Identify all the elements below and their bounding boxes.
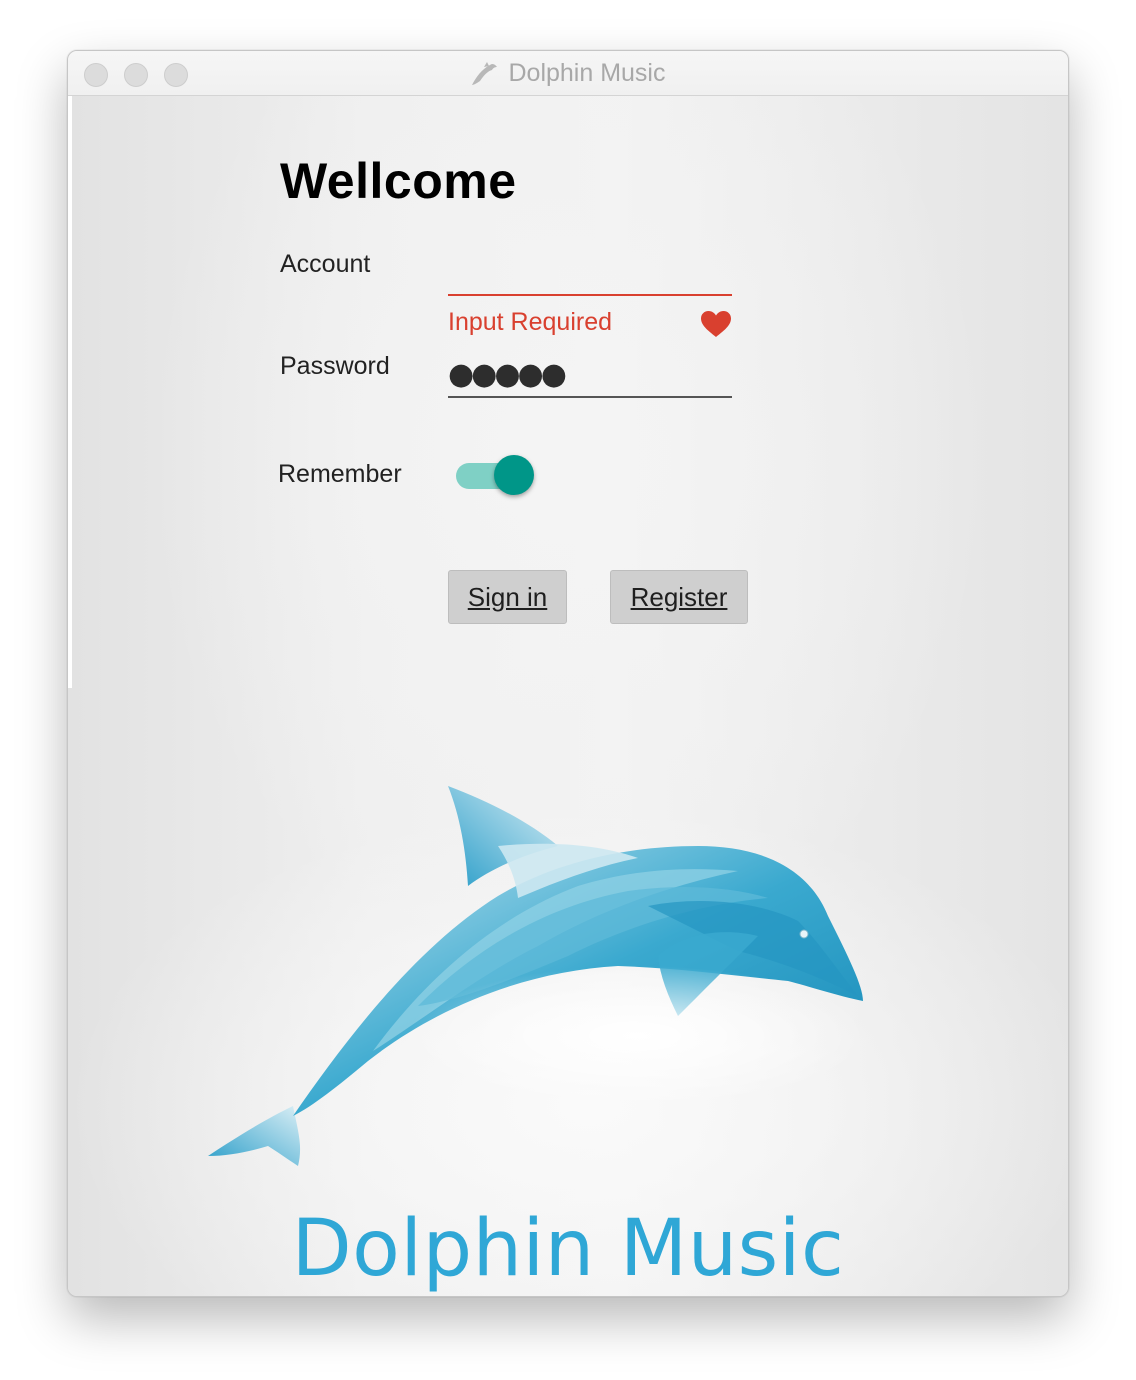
divider — [68, 96, 72, 688]
app-window: Dolphin Music Wellcome Account Input Req… — [67, 50, 1069, 1297]
window-title-group: Dolphin Music — [68, 51, 1068, 96]
login-panel: Wellcome Account Input Required Password… — [68, 96, 1068, 1296]
register-button[interactable]: Register — [610, 570, 748, 624]
heart-icon — [701, 311, 731, 337]
account-error-message: Input Required — [448, 308, 613, 336]
account-label: Account — [280, 250, 371, 278]
password-input[interactable] — [448, 352, 732, 396]
remember-label: Remember — [278, 460, 402, 488]
account-underline — [448, 294, 732, 296]
title-bar[interactable]: Dolphin Music — [68, 51, 1068, 96]
toggle-knob[interactable] — [494, 455, 534, 495]
welcome-heading: Wellcome — [280, 153, 517, 209]
dolphin-logo — [208, 786, 868, 1166]
password-underline — [448, 396, 732, 398]
account-input[interactable] — [448, 250, 732, 294]
password-label: Password — [280, 352, 390, 380]
remember-toggle[interactable] — [456, 452, 536, 498]
dolphin-icon — [472, 61, 498, 85]
sign-in-button[interactable]: Sign in — [448, 570, 567, 624]
brand-wordmark: Dolphin Music — [291, 1204, 845, 1294]
window-title: Dolphin Music — [508, 59, 666, 87]
